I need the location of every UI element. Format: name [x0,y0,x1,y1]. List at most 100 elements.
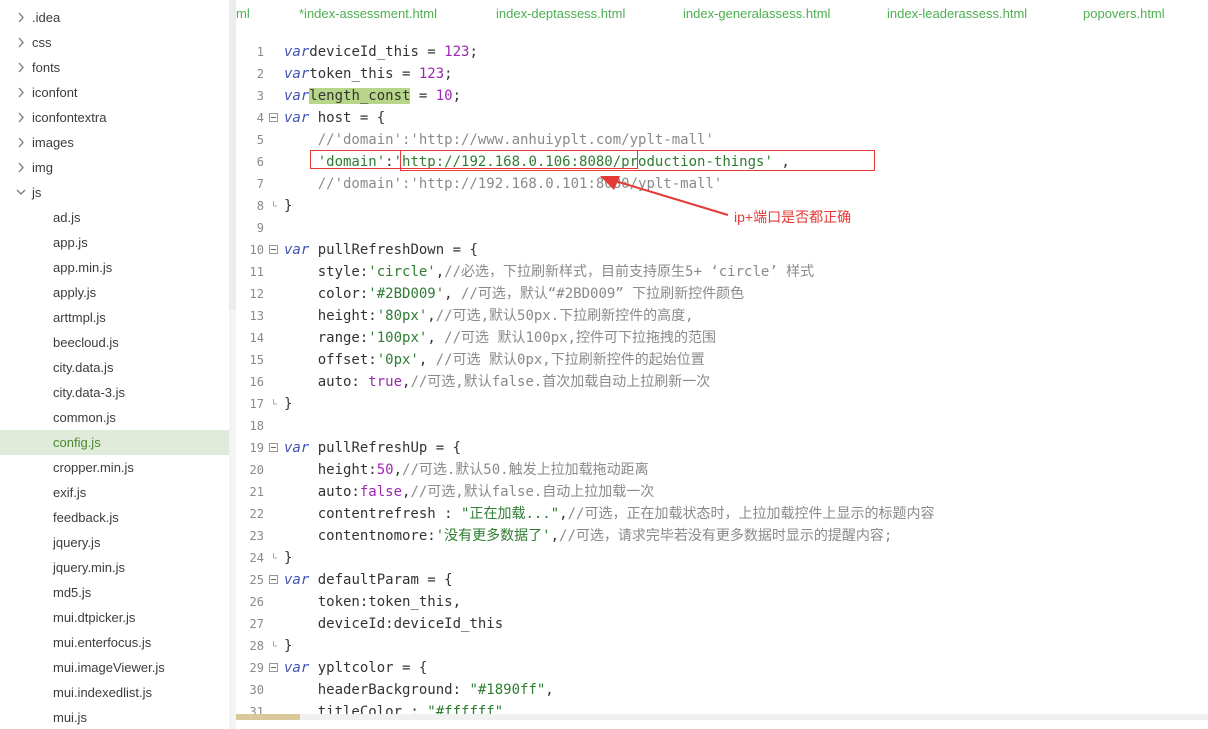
folder-label: fonts [32,60,61,75]
code-line[interactable]: 25 var defaultParam = { [236,569,1208,591]
chevron-right-icon[interactable] [15,30,27,55]
code-line[interactable]: 23 contentnomore:'没有更多数据了',//可选，请求完毕若没有更… [236,525,1208,547]
code-text: headerBackground: "#1890ff", [284,682,554,698]
line-number: 27 [249,617,264,631]
code-line[interactable]: 16 auto: true,//可选,默认false.首次加载自动上拉刷新一次 [236,371,1208,393]
file-item[interactable]: city.data-3.js [0,380,229,405]
file-item[interactable]: beecloud.js [0,330,229,355]
folder-label: img [32,160,53,175]
code-line[interactable]: 3 varlength_const = 10; [236,85,1208,107]
file-item[interactable]: jquery.min.js [0,555,229,580]
code-text: auto: true,//可选,默认false.首次加载自动上拉刷新一次 [284,374,711,390]
editor-tab[interactable]: index-generalassess.html [683,0,830,27]
file-item[interactable]: mui.indexedlist.js [0,680,229,705]
code-line[interactable]: 5 //'domain':'http://www.anhuiyplt.com/y… [236,129,1208,151]
code-line[interactable]: 28} [236,635,1208,657]
code-line[interactable]: 17} [236,393,1208,415]
file-label: cropper.min.js [53,460,134,475]
file-item[interactable]: config.js [0,430,229,455]
file-item[interactable]: app.js [0,230,229,255]
file-label: jquery.min.js [53,560,126,575]
line-number: 10 [249,243,264,257]
code-line[interactable]: 21 auto:false,//可选,默认false.自动上拉加载一次 [236,481,1208,503]
code-text: var ypltcolor = { [284,660,428,676]
code-text: vartoken_this = 123; [284,66,453,82]
code-text: } [284,638,293,654]
file-label: apply.js [53,285,97,300]
code-line[interactable]: 14 range:'100px', //可选 默认100px,控件可下拉拖拽的范… [236,327,1208,349]
line-number: 13 [249,309,264,323]
fold-collapse-icon[interactable] [269,575,278,584]
file-item[interactable]: md5.js [0,580,229,605]
code-line[interactable]: 10 var pullRefreshDown = { [236,239,1208,261]
chevron-right-icon[interactable] [15,5,27,30]
fold-collapse-icon[interactable] [269,113,278,122]
file-item[interactable]: apply.js [0,280,229,305]
code-line[interactable]: 2 vartoken_this = 123; [236,63,1208,85]
code-line[interactable]: 29 var ypltcolor = { [236,657,1208,679]
code-line[interactable]: 1 vardeviceId_this = 123; [236,41,1208,63]
folder-item[interactable]: js [0,180,229,205]
fold-collapse-icon[interactable] [269,245,278,254]
folder-item[interactable]: img [0,155,229,180]
editor-tab[interactable]: popovers.html [1083,0,1165,27]
annotation-arrow-icon [600,176,729,216]
fold-collapse-icon[interactable] [269,443,278,452]
file-item[interactable]: mui.enterfocus.js [0,630,229,655]
line-number: 17 [249,397,264,411]
editor-tab[interactable]: index-deptassess.html [496,0,625,27]
code-line[interactable]: 20 height:50,//可选.默认50.触发上拉加载拖动距离 [236,459,1208,481]
file-item[interactable]: mui.imageViewer.js [0,655,229,680]
file-item[interactable]: city.data.js [0,355,229,380]
file-label: common.js [53,410,116,425]
chevron-right-icon[interactable] [15,130,27,155]
file-item[interactable]: jquery.js [0,530,229,555]
editor-tab[interactable]: ml [236,0,250,27]
chevron-right-icon[interactable] [15,155,27,180]
file-item[interactable]: feedback.js [0,505,229,530]
chevron-down-icon[interactable] [15,180,27,205]
folder-item[interactable]: iconfontextra [0,105,229,130]
code-editor[interactable]: 1 vardeviceId_this = 123; 2 vartoken_this =… [236,28,1208,718]
code-text: range:'100px', //可选 默认100px,控件可下拉拖拽的范围 [284,330,717,346]
code-line[interactable]: 18 [236,415,1208,437]
file-item[interactable]: mui.js [0,705,229,729]
line-number: 20 [249,463,264,477]
line-number: 19 [249,441,264,455]
file-item[interactable]: cropper.min.js [0,455,229,480]
code-line[interactable]: 24} [236,547,1208,569]
code-line[interactable]: 15 offset:'0px', //可选 默认0px,下拉刷新控件的起始位置 [236,349,1208,371]
code-line[interactable]: 27 deviceId:deviceId_this [236,613,1208,635]
chevron-right-icon[interactable] [15,55,27,80]
file-item[interactable]: arttmpl.js [0,305,229,330]
editor-horizontal-scrollbar-track[interactable] [236,714,1208,720]
chevron-right-icon[interactable] [15,105,27,130]
folder-item[interactable]: images [0,130,229,155]
folder-item[interactable]: iconfont [0,80,229,105]
file-item[interactable]: ad.js [0,205,229,230]
file-item[interactable]: common.js [0,405,229,430]
code-line[interactable]: 13 height:'80px',//可选,默认50px.下拉刷新控件的高度, [236,305,1208,327]
code-line[interactable]: 4 var host = { [236,107,1208,129]
chevron-right-icon[interactable] [15,80,27,105]
code-line[interactable]: 30 headerBackground: "#1890ff", [236,679,1208,701]
editor-tab[interactable]: *index-assessment.html [299,0,437,27]
file-item[interactable]: exif.js [0,480,229,505]
fold-end-icon [273,201,277,207]
fold-collapse-icon[interactable] [269,663,278,672]
sidebar-scrollbar-thumb[interactable] [229,0,236,310]
code-line[interactable]: 12 color:'#2BD009', //可选，默认“#2BD009” 下拉刷… [236,283,1208,305]
file-item[interactable]: mui.dtpicker.js [0,605,229,630]
editor-horizontal-scrollbar-thumb[interactable] [236,714,300,720]
code-line[interactable]: 11 style:'circle',//必选，下拉刷新样式，目前支持原生5+ ‘… [236,261,1208,283]
code-line[interactable]: 19 var pullRefreshUp = { [236,437,1208,459]
file-item[interactable]: app.min.js [0,255,229,280]
folder-item[interactable]: .idea [0,5,229,30]
code-line[interactable]: 26 token:token_this, [236,591,1208,613]
file-label: exif.js [53,485,87,500]
folder-item[interactable]: fonts [0,55,229,80]
folder-item[interactable]: css [0,30,229,55]
editor-tab[interactable]: index-leaderassess.html [887,0,1027,27]
line-number: 23 [249,529,264,543]
code-line[interactable]: 22 contentrefresh : "正在加载...",//可选，正在加载状… [236,503,1208,525]
